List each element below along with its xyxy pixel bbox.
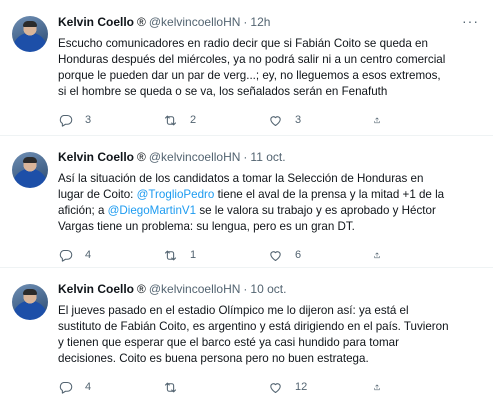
tweet-header: Kelvin Coello ® @kelvincoelloHN · 11 oct…	[58, 150, 481, 165]
retweet-icon	[164, 382, 177, 392]
like-count: 12	[295, 381, 308, 393]
tweet-content: Kelvin Coello ® @kelvincoelloHN · 12h ··…	[58, 10, 481, 135]
separator-dot: ·	[243, 150, 248, 164]
reply-icon	[59, 249, 73, 262]
timeline-feed: Kelvin Coello ® @kelvincoelloHN · 12h ··…	[0, 0, 493, 400]
tweet-actions: 4 12	[58, 377, 488, 397]
like-button[interactable]: 12	[268, 380, 373, 395]
share-icon	[374, 252, 380, 258]
share-button[interactable]	[373, 113, 393, 128]
reply-count: 4	[85, 249, 92, 261]
retweet-button[interactable]	[163, 380, 268, 395]
reply-count: 3	[85, 114, 92, 126]
retweet-button[interactable]: 1	[163, 248, 268, 263]
registered-badge: ®	[137, 282, 146, 296]
reply-count: 4	[85, 381, 92, 393]
more-options-icon[interactable]: ···	[462, 14, 481, 29]
retweet-count: 2	[190, 114, 197, 126]
tweet-timestamp[interactable]: 11 oct.	[250, 150, 285, 165]
tweet-header: Kelvin Coello ® @kelvincoelloHN · 12h ··…	[58, 14, 481, 30]
tweet-text-segment: Escucho comunicadores en radio decir que…	[58, 37, 446, 98]
mention-link[interactable]: @DiegoMartinV1	[108, 204, 196, 217]
tweet[interactable]: Kelvin Coello ® @kelvincoelloHN · 11 oct…	[0, 136, 493, 268]
registered-badge: ®	[137, 15, 146, 29]
tweet-header: Kelvin Coello ® @kelvincoelloHN · 10 oct…	[58, 282, 481, 297]
avatar[interactable]	[12, 284, 48, 320]
share-icon	[374, 117, 380, 123]
author-handle[interactable]: @kelvincoelloHN	[149, 15, 241, 30]
like-icon	[270, 115, 281, 126]
tweet-text: Así la situación de los candidatos a tom…	[58, 171, 478, 235]
reply-icon	[59, 114, 73, 127]
avatar[interactable]	[12, 16, 48, 52]
share-icon	[374, 384, 380, 390]
tweet-content: Kelvin Coello ® @kelvincoelloHN · 10 oct…	[58, 278, 481, 400]
reply-button[interactable]: 4	[58, 248, 163, 263]
like-count: 6	[295, 249, 302, 261]
retweet-button[interactable]: 2	[163, 113, 268, 128]
tweet[interactable]: Kelvin Coello ® @kelvincoelloHN · 12h ··…	[0, 0, 493, 136]
retweet-icon	[164, 250, 177, 260]
tweet[interactable]: Kelvin Coello ® @kelvincoelloHN · 10 oct…	[0, 268, 493, 400]
author-name[interactable]: Kelvin Coello	[58, 282, 134, 297]
tweet-timestamp[interactable]: 12h	[250, 15, 270, 30]
author-name[interactable]: Kelvin Coello	[58, 150, 134, 165]
avatar[interactable]	[12, 152, 48, 188]
share-button[interactable]	[373, 248, 393, 263]
reply-icon	[59, 381, 73, 394]
registered-badge: ®	[137, 150, 146, 164]
like-icon	[270, 382, 281, 393]
tweet-text: El jueves pasado en el estadio Olímpico …	[58, 303, 478, 367]
like-button[interactable]: 6	[268, 248, 373, 263]
reply-button[interactable]: 4	[58, 380, 163, 395]
like-icon	[270, 250, 281, 261]
reply-button[interactable]: 3	[58, 113, 163, 128]
tweet-text: Escucho comunicadores en radio decir que…	[58, 36, 478, 100]
separator-dot: ·	[243, 282, 248, 296]
like-button[interactable]: 3	[268, 113, 373, 128]
like-count: 3	[295, 114, 302, 126]
tweet-text-segment: El jueves pasado en el estadio Olímpico …	[58, 304, 449, 365]
share-button[interactable]	[373, 380, 393, 395]
tweet-actions: 3 2 3	[58, 110, 488, 130]
tweet-actions: 4 1 6	[58, 245, 488, 265]
mention-link[interactable]: @TroglioPedro	[137, 188, 215, 201]
retweet-icon	[164, 115, 177, 125]
author-name[interactable]: Kelvin Coello	[58, 15, 134, 30]
author-handle[interactable]: @kelvincoelloHN	[149, 282, 241, 297]
author-handle[interactable]: @kelvincoelloHN	[149, 150, 241, 165]
retweet-count: 1	[190, 249, 197, 261]
tweet-content: Kelvin Coello ® @kelvincoelloHN · 11 oct…	[58, 146, 481, 267]
separator-dot: ·	[243, 15, 248, 29]
tweet-timestamp[interactable]: 10 oct.	[250, 282, 286, 297]
